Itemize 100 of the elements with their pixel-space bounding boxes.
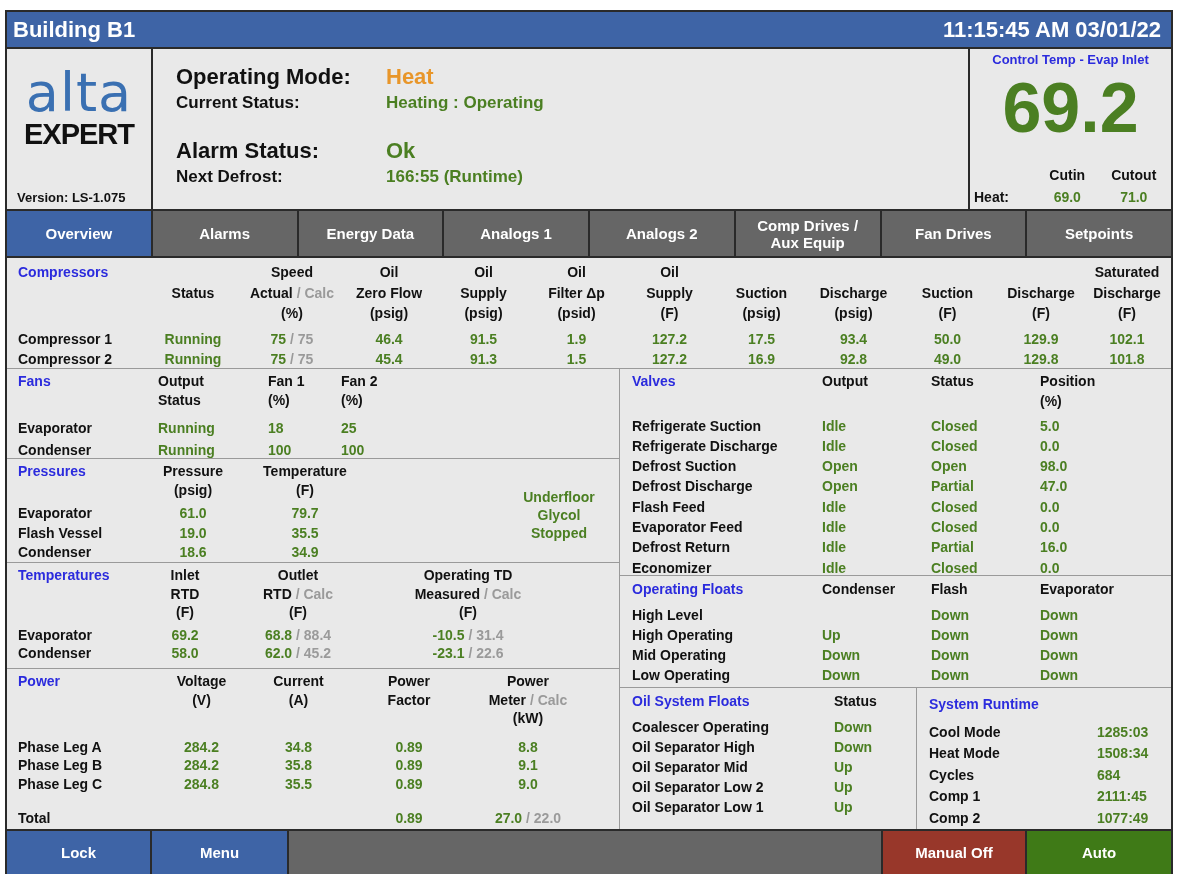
table-cell: Down — [931, 627, 970, 643]
tab[interactable]: Analogs 2 — [590, 211, 736, 256]
tab[interactable]: Overview — [7, 211, 153, 256]
section-title: Control Temp - Evap Inlet — [992, 52, 1149, 67]
table-cell: Running — [158, 441, 215, 458]
column-header: Output — [822, 372, 868, 391]
table-cell: 284.2 — [183, 757, 219, 773]
row-label: High Level — [632, 607, 703, 623]
table-cell: Closed — [931, 519, 978, 536]
row-label: Refrigerate Discharge — [632, 437, 778, 454]
table-cell: 16.0 — [1040, 539, 1068, 556]
table-cell: 45.4 — [375, 351, 403, 367]
table-cell: Idle — [822, 498, 847, 515]
table-cell: Idle — [822, 417, 847, 434]
table-cell: 284.8 — [183, 775, 219, 792]
table-cell: 0.89 — [395, 757, 423, 773]
column-header: Voltage (V) — [176, 672, 227, 709]
section-title: Fans — [18, 372, 51, 391]
table-cell: 35.5 — [291, 524, 319, 541]
table-cell: 127.2 — [651, 330, 687, 347]
table-cell: 16.9 — [747, 351, 776, 367]
row-label: Heat: — [974, 189, 1010, 205]
footer-button[interactable]: Manual Off — [883, 831, 1027, 874]
table-cell: 61.0 — [179, 505, 207, 522]
column-header: Output Status — [158, 372, 204, 409]
table-cell: Up — [834, 799, 853, 815]
table-cell: Up — [834, 779, 853, 795]
status-note: Underfloor Glycol Stopped — [522, 488, 596, 542]
table-cell: 47.0 — [1040, 478, 1068, 495]
column-header: Oil Supply (psig) — [460, 263, 507, 323]
table-cell: 1.9 — [566, 330, 587, 347]
column-header: Temperature (F) — [263, 462, 347, 499]
table-cell: 69.2 — [171, 626, 199, 643]
table-cell: 27.0 / 22.0 — [494, 809, 562, 826]
section-title: Compressors — [18, 263, 109, 282]
version-label: Version: LS-1.075 — [16, 190, 126, 205]
table-cell: 79.7 — [291, 505, 319, 522]
footer-button[interactable]: Lock — [7, 831, 152, 874]
table-cell: Down — [822, 667, 861, 683]
table-cell: Running — [158, 420, 215, 436]
table-cell: Idle — [822, 539, 847, 556]
row-label: High Operating — [632, 627, 734, 643]
status-value: Ok — [386, 137, 416, 165]
row-label: Evaporator — [18, 626, 92, 643]
column-header: Cutout — [1110, 167, 1158, 183]
table-cell: 0.89 — [395, 775, 423, 792]
table-cell: Partial — [931, 539, 974, 556]
table-cell: 129.8 — [1023, 351, 1059, 367]
table-cell: Open — [822, 458, 858, 475]
section-title: Pressures — [18, 462, 86, 481]
table-cell: 9.1 — [518, 757, 538, 773]
column-header: Outlet RTD / Calc (F) — [263, 566, 333, 622]
row-label: Compressor 2 — [18, 351, 113, 367]
table-cell: 8.8 — [518, 738, 538, 755]
footer-button[interactable]: Auto — [1027, 831, 1171, 874]
table-cell: 101.8 — [1109, 351, 1145, 367]
table-cell: 684 — [1097, 766, 1121, 783]
table-cell: 34.9 — [291, 543, 319, 560]
status-label: Current Status: — [176, 92, 301, 114]
row-label: Oil Separator High — [632, 739, 755, 755]
tab[interactable]: Analogs 1 — [444, 211, 590, 256]
tab[interactable]: Energy Data — [298, 211, 445, 256]
logo-wordmark: alta — [25, 69, 133, 117]
row-label: Evaporator — [18, 505, 92, 522]
table-cell: 50.0 — [933, 330, 962, 347]
row-label: Coalescer Operating — [632, 719, 769, 735]
table-cell: 1.5 — [566, 351, 587, 367]
tab[interactable]: Comp Drives / Aux Equip — [735, 211, 882, 256]
row-label: Mid Operating — [632, 647, 727, 663]
table-cell: Down — [1040, 607, 1079, 623]
table-cell: 17.5 — [747, 330, 776, 347]
footer-button[interactable]: Menu — [152, 831, 289, 874]
row-label: Phase Leg C — [18, 775, 103, 792]
table-cell: 49.0 — [933, 351, 962, 367]
row-label: Condenser — [18, 543, 92, 560]
table-cell: 34.8 — [284, 738, 313, 755]
table-cell: Closed — [931, 559, 978, 576]
column-header: Operating TD Measured / Calc (F) — [414, 566, 522, 622]
row-label: Phase Leg B — [18, 757, 103, 773]
column-header: Cutin — [1048, 167, 1087, 183]
table-cell: 1285:03 — [1097, 723, 1149, 740]
table-cell: 100 — [341, 441, 365, 458]
column-header: Discharge (psig) — [819, 283, 888, 323]
tab[interactable]: Fan Drives — [881, 211, 1028, 256]
window-title: Building B1 — [13, 16, 136, 43]
row-label: Oil Separator Low 2 — [632, 779, 764, 795]
row-label: Defrost Suction — [632, 458, 737, 475]
tab[interactable]: Alarms — [152, 211, 299, 256]
table-cell: 75 / 75 — [270, 351, 314, 367]
row-label: Defrost Return — [632, 539, 730, 556]
tab[interactable]: Setpoints — [1027, 211, 1171, 256]
column-header: Power Meter / Calc (kW) — [488, 672, 568, 728]
row-label: Defrost Discharge — [632, 478, 753, 495]
table-cell: 25 — [341, 420, 357, 436]
table-cell: 58.0 — [171, 645, 199, 661]
table-cell: Idle — [822, 437, 847, 454]
status-label: Operating Mode: — [176, 63, 352, 91]
date-time: 11:15:45 AM 03/01/22 — [942, 16, 1161, 43]
section-title: System Runtime — [929, 695, 1039, 714]
table-cell: Down — [931, 647, 970, 663]
